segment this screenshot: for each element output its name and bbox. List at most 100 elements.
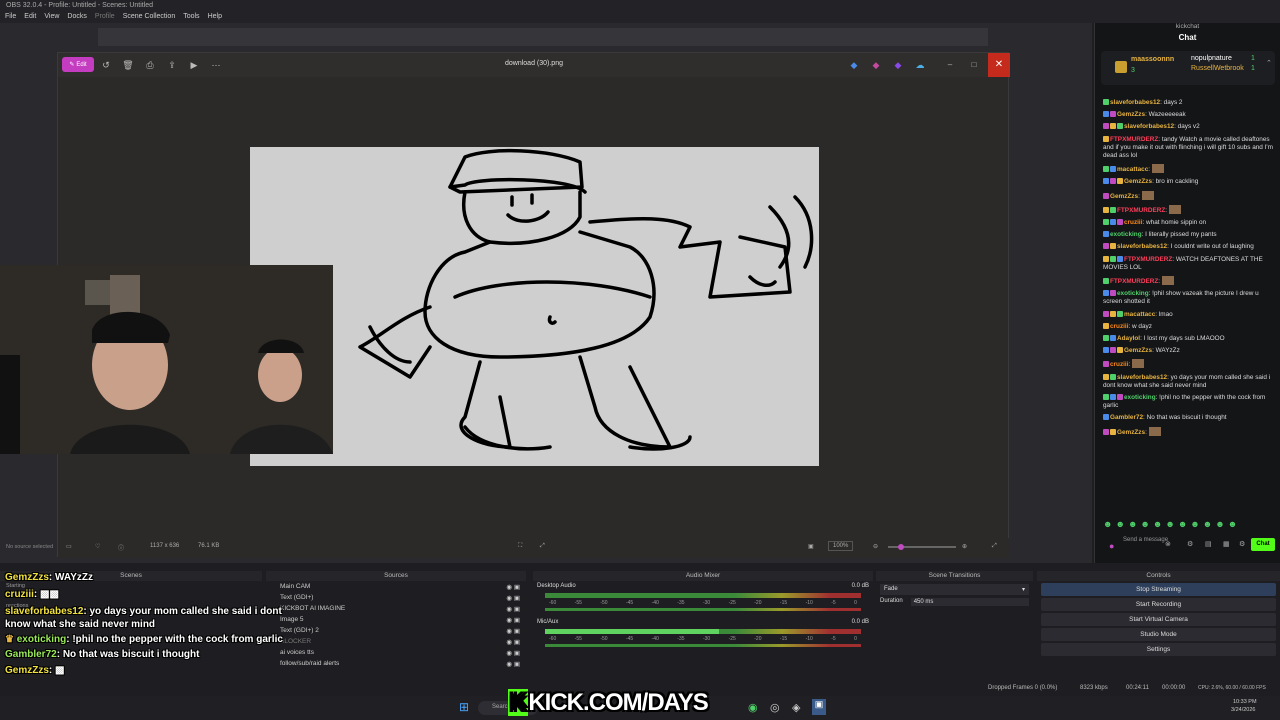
chat-username[interactable]: cruziii: [1124, 219, 1142, 226]
stop-streaming-button[interactable]: Stop Streaming: [1041, 583, 1276, 596]
onedrive-icon[interactable]: ☁: [914, 59, 926, 71]
photos-icon[interactable]: ▣: [812, 699, 826, 715]
share-icon[interactable]: ⇪: [166, 59, 178, 71]
emote-bar[interactable]: ☻☻☻☻☻☻☻☻☻☻☻: [1103, 519, 1240, 529]
menu-help[interactable]: Help: [208, 13, 222, 22]
source-item[interactable]: KICKBOT AI IMAGINE ◉ ▣: [266, 603, 526, 614]
chat-username[interactable]: exoticking: [1124, 394, 1156, 401]
badge-icon: [1103, 310, 1109, 317]
chat-username[interactable]: GemzZzs: [1124, 347, 1152, 354]
source-item[interactable]: Main CAM ◉ ▣: [266, 581, 526, 592]
mic-icon[interactable]: ●: [1109, 541, 1114, 551]
chat-username[interactable]: GemzZzs: [1124, 178, 1152, 185]
chat-username[interactable]: FTPXMURDERZ: [1110, 278, 1158, 285]
zoom-out-icon[interactable]: ⊖: [873, 543, 878, 550]
clipchamp-icon[interactable]: ◆: [892, 59, 904, 71]
eye-lock-icon[interactable]: ◉ ▣: [506, 605, 520, 613]
close-button[interactable]: ✕: [988, 53, 1010, 77]
studio-mode-button[interactable]: Studio Mode: [1041, 628, 1276, 641]
menu-tools[interactable]: Tools: [183, 13, 199, 22]
source-item[interactable]: follow/sub/raid alerts ◉ ▣: [266, 658, 526, 669]
menu-view[interactable]: View: [44, 13, 59, 22]
mic-slider[interactable]: [545, 644, 861, 647]
slideshow-icon[interactable]: ▶: [188, 59, 200, 71]
source-item[interactable]: BLOCKER ◉ ▣: [266, 636, 526, 647]
settings-button[interactable]: Settings: [1041, 643, 1276, 656]
menu-profile[interactable]: Profile: [95, 13, 115, 22]
badge-icon: [1110, 347, 1116, 354]
capcut-icon[interactable]: ◈: [792, 701, 800, 714]
clear-icon[interactable]: ⊗: [1165, 540, 1171, 548]
eye-lock-icon[interactable]: ◉ ▣: [506, 583, 520, 591]
start-recording-button[interactable]: Start Recording: [1041, 598, 1276, 611]
chat-username[interactable]: slaveforbabes12: [1117, 374, 1167, 381]
more-icon[interactable]: ⋯: [210, 59, 222, 71]
chat-username[interactable]: FTPXMURDERZ: [1110, 136, 1158, 143]
wallet-icon[interactable]: ▤: [1205, 540, 1212, 548]
minimize-icon[interactable]: –: [942, 58, 958, 72]
zoom-slider-thumb[interactable]: [898, 544, 904, 550]
obs-icon[interactable]: ◎: [770, 701, 780, 714]
chat-username[interactable]: exoticking: [1117, 290, 1149, 297]
crown-icon: [1115, 61, 1127, 73]
chat-message: FTPXMURDERZ:: [1095, 203, 1280, 217]
print-icon[interactable]: ⎙: [144, 59, 156, 71]
chat-username[interactable]: slaveforbabes12: [1124, 123, 1174, 130]
source-item[interactable]: Text (GDI+) 2 ◉ ▣: [266, 625, 526, 636]
chat-input[interactable]: Send a message: [1123, 537, 1171, 544]
delete-icon[interactable]: 🗑: [122, 59, 134, 71]
source-item[interactable]: ai voices tts ◉ ▣: [266, 647, 526, 658]
zoom-select[interactable]: 100%: [828, 541, 854, 551]
zoom-slider[interactable]: [888, 544, 956, 550]
chat-username[interactable]: GemzZzs: [1110, 193, 1138, 200]
fit-icon[interactable]: ▣: [808, 543, 814, 550]
chat-username[interactable]: Gambler72: [1110, 414, 1143, 421]
tick-label: -15: [779, 600, 788, 606]
menu-file[interactable]: File: [5, 13, 16, 22]
chat-username[interactable]: macattacc: [1124, 311, 1155, 318]
source-item[interactable]: Image 5 ◉ ▣: [266, 614, 526, 625]
eye-lock-icon[interactable]: ◉ ▣: [506, 660, 520, 668]
emote-icon[interactable]: ⚙: [1187, 540, 1193, 548]
source-item[interactable]: Text (GDI+) ◉ ▣: [266, 592, 526, 603]
eye-lock-icon[interactable]: ◉ ▣: [506, 627, 520, 635]
eye-lock-icon[interactable]: ◉ ▣: [506, 638, 520, 646]
chat-send-button[interactable]: Chat: [1251, 538, 1275, 551]
duration-input[interactable]: 450 ms: [910, 598, 1029, 606]
chat-username[interactable]: macattacc: [1117, 166, 1148, 173]
eye-lock-icon[interactable]: ◉ ▣: [506, 594, 520, 602]
chat-username[interactable]: FTPXMURDERZ: [1117, 207, 1165, 214]
fullscreen-icon[interactable]: ⤢: [992, 543, 997, 550]
edit-button[interactable]: ✎ Edit: [62, 57, 94, 72]
designer-icon[interactable]: ◆: [870, 59, 882, 71]
chat-username[interactable]: cruziii: [1110, 361, 1128, 368]
eye-lock-icon[interactable]: ◉ ▣: [506, 616, 520, 624]
chrome-icon[interactable]: ◉: [748, 701, 758, 714]
start-virtual-camera-button[interactable]: Start Virtual Camera: [1041, 613, 1276, 626]
zoom-in-icon[interactable]: ⊕: [962, 543, 967, 550]
overlay-user: GemzZzs: [5, 572, 49, 583]
chat-username[interactable]: GemzZzs: [1117, 429, 1145, 436]
expand-icon[interactable]: ⤢: [540, 543, 545, 550]
crop-icon[interactable]: ⛶: [518, 543, 522, 550]
menu-docks[interactable]: Docks: [67, 13, 86, 22]
chat-username[interactable]: slaveforbabes12: [1110, 99, 1160, 106]
menu-edit[interactable]: Edit: [24, 13, 36, 22]
collapse-icon[interactable]: ⌃: [1266, 59, 1272, 67]
maximize-icon[interactable]: □: [966, 58, 982, 72]
chat-username[interactable]: GemzZzs: [1117, 111, 1145, 118]
transition-select[interactable]: Fade ▾: [880, 584, 1029, 595]
settings-icon[interactable]: ⚙: [1239, 540, 1245, 548]
eye-lock-icon[interactable]: ◉ ▣: [506, 649, 520, 657]
chat-username[interactable]: Adaylol: [1117, 335, 1140, 342]
chat-username[interactable]: cruziii: [1110, 323, 1128, 330]
rotate-icon[interactable]: ↺: [100, 59, 112, 71]
menu-scene-collection[interactable]: Scene Collection: [123, 13, 176, 22]
chat-username[interactable]: exoticking: [1110, 231, 1142, 238]
calendar-icon[interactable]: ▦: [1223, 540, 1230, 548]
chat-username[interactable]: FTPXMURDERZ: [1124, 256, 1172, 263]
ai-icon[interactable]: ◆: [848, 59, 860, 71]
desktop-audio-slider[interactable]: [545, 608, 861, 611]
chat-username[interactable]: slaveforbabes12: [1117, 243, 1167, 250]
windows-start-icon[interactable]: ⊞: [459, 700, 469, 714]
